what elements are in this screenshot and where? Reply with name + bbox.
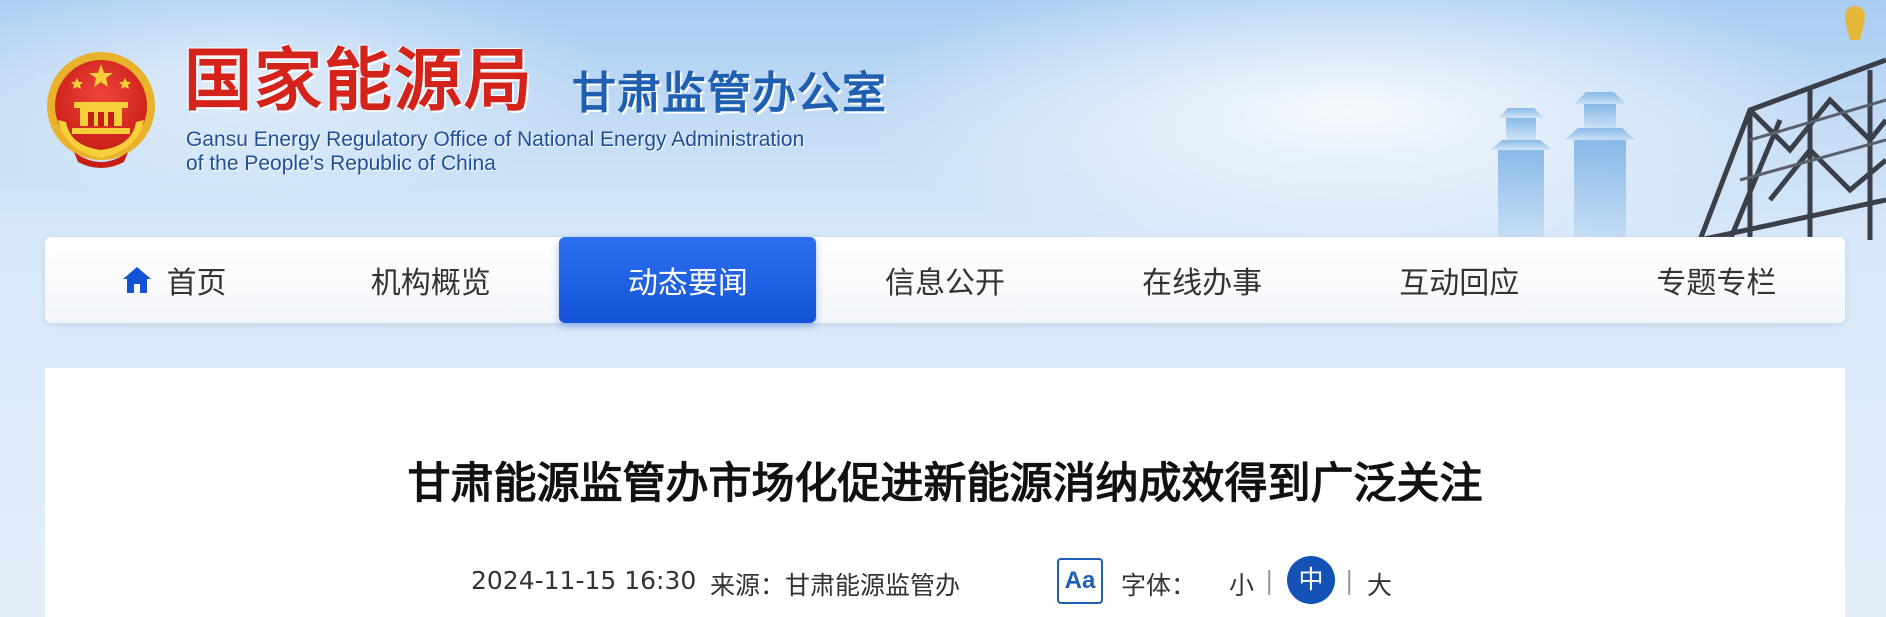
nav-item-special-topics[interactable]: 专题专栏 bbox=[1588, 237, 1845, 323]
font-size-label: 字体： bbox=[1121, 571, 1197, 600]
font-size-separator: | bbox=[1265, 566, 1274, 595]
article-title: 甘肃能源监管办市场化促进新能源消纳成效得到广泛关注 bbox=[407, 459, 1483, 509]
font-size-medium-button[interactable]: 中 bbox=[1287, 556, 1335, 604]
main-nav: 首页 机构概览 动态要闻 信息公开 在线办事 互动回应 专题专栏 bbox=[45, 237, 1845, 323]
publish-date: 2024-11-15 16:30 bbox=[471, 566, 697, 595]
nav-item-label: 专题专栏 bbox=[1656, 266, 1777, 301]
font-size-small-button[interactable]: 小 bbox=[1229, 566, 1254, 602]
nav-item-disclosure[interactable]: 信息公开 bbox=[816, 237, 1073, 323]
article-panel: 甘肃能源监管办市场化促进新能源消纳成效得到广泛关注 2024-11-15 16:… bbox=[45, 368, 1845, 617]
site-title-english-line2: of the People's Republic of China bbox=[186, 152, 496, 175]
nav-item-label: 信息公开 bbox=[884, 266, 1005, 301]
site-title: 国家能源局 bbox=[184, 42, 535, 121]
site-subtitle: 甘肃监管办公室 bbox=[572, 68, 887, 119]
nav-item-overview[interactable]: 机构概览 bbox=[302, 237, 559, 323]
article-meta: 2024-11-15 16:30 来源：甘肃能源监管办 Aa 字体： 小 | 中… bbox=[45, 554, 1845, 610]
home-icon bbox=[122, 267, 151, 293]
site-title-english-line1: Gansu Energy Regulatory Office of Nation… bbox=[186, 128, 805, 151]
national-emblem-icon bbox=[47, 52, 155, 168]
nav-item-online-services[interactable]: 在线办事 bbox=[1074, 237, 1331, 323]
nav-item-home[interactable]: 首页 bbox=[45, 237, 302, 323]
font-size-icon: Aa bbox=[1057, 558, 1103, 604]
nav-item-label: 在线办事 bbox=[1142, 266, 1263, 301]
font-size-large-button[interactable]: 大 bbox=[1367, 566, 1392, 602]
scenery-illustration bbox=[1490, 6, 1886, 240]
nav-item-label: 互动回应 bbox=[1399, 266, 1520, 301]
nav-item-label: 首页 bbox=[166, 266, 227, 301]
nav-item-label: 动态要闻 bbox=[627, 266, 748, 301]
nav-item-label: 机构概览 bbox=[370, 266, 491, 301]
article-source: 来源：甘肃能源监管办 bbox=[710, 571, 961, 600]
nav-item-news[interactable]: 动态要闻 bbox=[559, 237, 817, 323]
font-size-separator: | bbox=[1345, 566, 1354, 595]
nav-item-interaction[interactable]: 互动回应 bbox=[1331, 237, 1588, 323]
header-banner: 国家能源局 甘肃监管办公室 Gansu Energy Regulatory Of… bbox=[0, 0, 1886, 240]
site-title-english: Gansu Energy Regulatory Office of Nation… bbox=[186, 128, 804, 176]
